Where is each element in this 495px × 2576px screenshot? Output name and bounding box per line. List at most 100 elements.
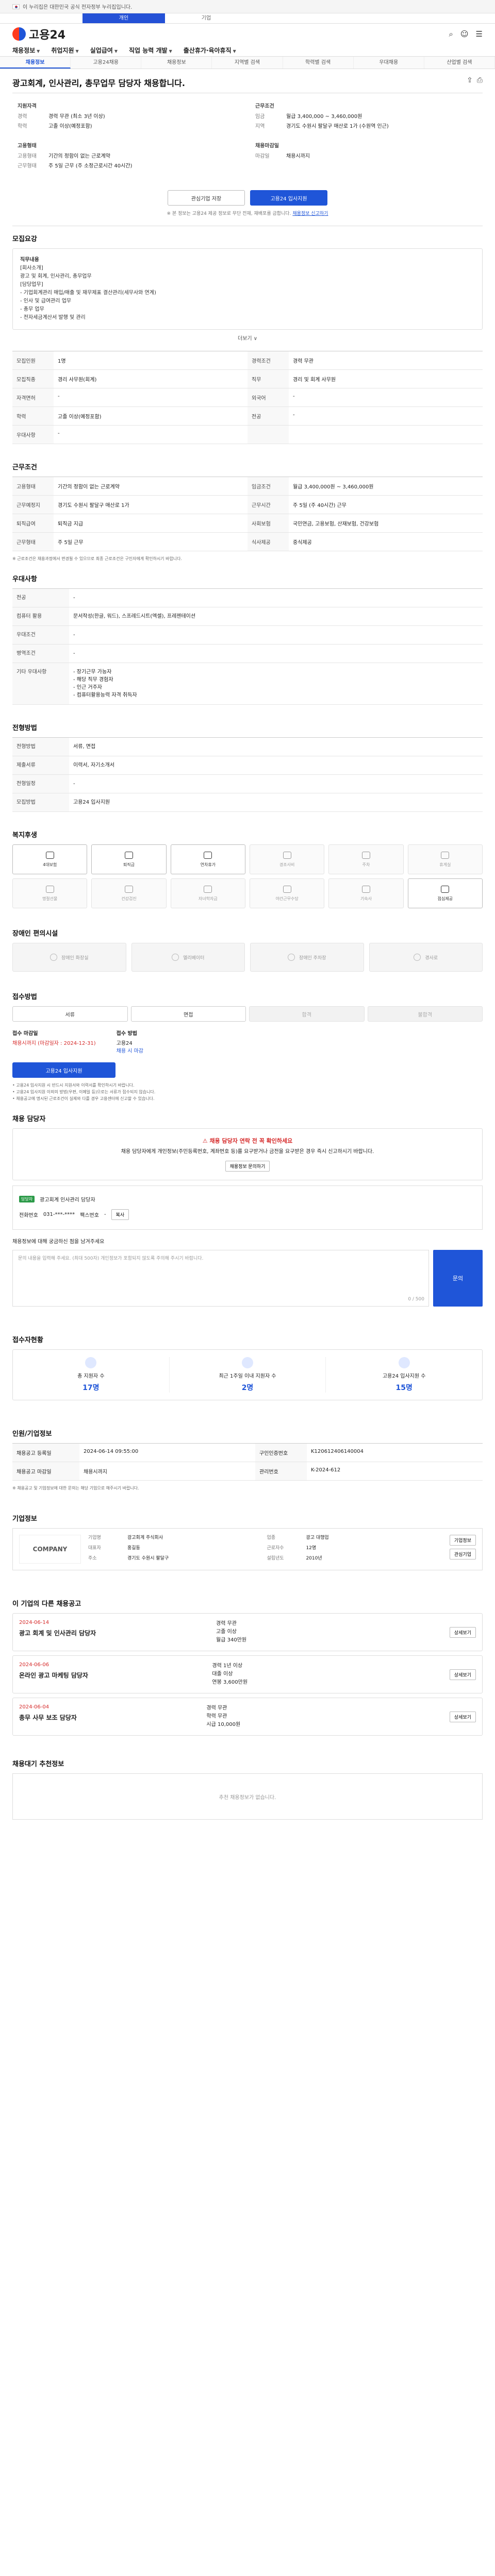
welfare-item: 연차휴가 bbox=[170, 844, 245, 874]
summary-key: 마감일 bbox=[255, 154, 270, 159]
member-tab-personal[interactable]: 개인 bbox=[82, 13, 165, 23]
table-header: 구인인증번호 bbox=[255, 1444, 307, 1462]
section-title-other-jobs: 이 기업의 다른 채용공고 bbox=[12, 1600, 81, 1608]
desc-line: [회사소개] bbox=[20, 265, 43, 271]
table-cell: - bbox=[69, 589, 483, 607]
menu-icon[interactable]: ☰ bbox=[476, 29, 483, 39]
share-icon[interactable]: ⇪ bbox=[467, 76, 473, 84]
summary-heading: 채용마감일 bbox=[255, 143, 279, 149]
table-cell: 기간의 정함이 없는 근로계약 bbox=[54, 477, 248, 496]
table-header: 제출서류 bbox=[12, 756, 69, 775]
facility-item: 장애인 주차장 bbox=[250, 943, 364, 972]
header: 고용24 ⌕ ☺ ☰ bbox=[0, 24, 495, 44]
apply-method: 접수 방법 고용24 채용 시 마감 bbox=[116, 1031, 143, 1054]
table-header: 임금조건 bbox=[248, 477, 289, 496]
main-actions: 관심기업 저장 고용24 입사지원 bbox=[12, 186, 483, 208]
summary-value: 월급 3,400,000 ~ 3,460,000원 bbox=[286, 114, 362, 120]
table-cell: 고용24 입사지원 bbox=[69, 793, 483, 812]
job-list-item[interactable]: 2024-06-04 총무 사무 보조 담당자 경력 무관 학력 무관 시급 10,0… bbox=[12, 1698, 483, 1736]
search-icon[interactable]: ⌕ bbox=[449, 29, 453, 39]
ask-textarea[interactable]: 문의 내용을 입력해 주세요. (최대 500자) 개인정보가 포함되지 않도록… bbox=[12, 1250, 429, 1307]
apply-button-2[interactable]: 고용24 입사지원 bbox=[12, 1062, 116, 1078]
table-header: 병역조건 bbox=[12, 645, 69, 663]
summary-heading: 근무조건 bbox=[255, 104, 274, 109]
copy-button[interactable]: 복사 bbox=[111, 1209, 129, 1220]
chevron-down-icon: ▼ bbox=[114, 49, 118, 54]
sub-tab-region[interactable]: 지역별 검색 bbox=[212, 57, 283, 69]
stat-item: 총 지원자 수 17명 bbox=[13, 1357, 170, 1393]
table-header: 근무시간 bbox=[248, 496, 289, 514]
recruit-table: 모집인원 1명 경력조건 경력 무관 모집직종 경리 사무원(회계) 직무 경리 및 회계 … bbox=[12, 351, 483, 444]
job-list-item[interactable]: 2024-06-14 광고 회계 및 인사관리 담당자 경력 무관 고졸 이상 월급 … bbox=[12, 1613, 483, 1651]
nav-item-support[interactable]: 취업지원 ▼ bbox=[51, 46, 78, 55]
print-icon[interactable]: ⎙ bbox=[477, 76, 483, 84]
job-detail-button[interactable]: 상세보기 bbox=[449, 1669, 476, 1680]
job-detail-button[interactable]: 상세보기 bbox=[449, 1711, 476, 1722]
parking-icon bbox=[361, 851, 370, 859]
header-icons: ⌕ ☺ ☰ bbox=[449, 29, 483, 39]
table-header: 근무예정지 bbox=[12, 496, 54, 514]
apply-button[interactable]: 고용24 입사지원 bbox=[250, 190, 327, 206]
member-tab-company[interactable]: 기업 bbox=[165, 13, 248, 23]
sub-tab-edu[interactable]: 학력별 검색 bbox=[283, 57, 354, 69]
warning-body: 채용 담당자에게 개인정보(주민등록번호, 계좌번호 등)를 요구받거나 금전을… bbox=[121, 1149, 374, 1155]
report-link[interactable]: 채용정보 신고하기 bbox=[292, 211, 328, 216]
stat-item: 최근 1주일 이내 지원자 수 2명 bbox=[170, 1357, 326, 1393]
contact-box: 담당자 광고회계 인사관리 담당자 전화번호 031-***-**** 팩스번호 - 복사 bbox=[12, 1185, 483, 1230]
member-tab-0[interactable] bbox=[0, 13, 82, 23]
night-icon bbox=[283, 885, 291, 893]
sub-tab-recruit[interactable]: 채용정보 bbox=[141, 57, 212, 69]
table-header: 모집직종 bbox=[12, 370, 54, 388]
job-list-item[interactable]: 2024-06-06 온라인 광고 마케팅 담당자 경력 1년 이상 대졸 이상 연봉… bbox=[12, 1655, 483, 1693]
welfare-item: 휴게실 bbox=[407, 844, 483, 874]
table-header: 고용형태 bbox=[12, 477, 54, 496]
sub-tab-industry[interactable]: 산업별 검색 bbox=[424, 57, 495, 69]
table-cell: 경리 사무원(회계) bbox=[54, 370, 248, 388]
insurance-icon bbox=[45, 851, 54, 859]
inquiry-button[interactable]: 채용정보 문의하기 bbox=[225, 1161, 270, 1172]
desc-line: - 기업회계관리 매입/매출 및 재무제표 결산관리(세무사와 연계) bbox=[20, 290, 156, 296]
company-follow-button[interactable]: 관심기업 bbox=[449, 1549, 476, 1560]
char-count: 0 / 500 bbox=[408, 1297, 424, 1302]
warning-box: ⚠ 채용 담당자 연락 전 꼭 확인하세요 채용 담당자에게 개인정보(주민등록… bbox=[12, 1128, 483, 1180]
desc-line: 직무내용 bbox=[20, 257, 39, 263]
ask-submit-button[interactable]: 문의 bbox=[433, 1250, 483, 1307]
job-detail-button[interactable]: 상세보기 bbox=[449, 1626, 476, 1638]
nav-item-leave[interactable]: 출산휴가·육아휴직 ▼ bbox=[184, 46, 236, 55]
apply-notes: • 고용24 입사지원 시 반드시 지원서와 이력서를 확인하시기 바랍니다. •… bbox=[12, 1083, 156, 1101]
sub-tab-work24[interactable]: 고용24채용 bbox=[71, 57, 142, 69]
chevron-down-icon: ▼ bbox=[233, 49, 236, 54]
user-icon[interactable]: ☺ bbox=[460, 29, 469, 39]
job-description-box: 직무내용 [회사소개] 광고 및 회계, 인사관리, 총무업무 [담당업무] -… bbox=[12, 248, 483, 330]
gov-banner-text: 이 누리집은 대한민국 공식 전자정부 누리집입니다. bbox=[23, 5, 133, 10]
site-logo[interactable]: 고용24 bbox=[12, 26, 65, 42]
chevron-down-icon: ▼ bbox=[169, 49, 172, 54]
summary-qualification: 지원자격 경력 경력 무관 (최소 3년 이상) 학력 고졸 이상(예정포함) bbox=[18, 101, 240, 133]
nav-item-training[interactable]: 직업 능력 개발 ▼ bbox=[129, 46, 172, 55]
meal-icon bbox=[441, 885, 450, 893]
sub-tab-jobs[interactable]: 채용정보 bbox=[0, 57, 71, 69]
table-cell: 경리 및 회계 사무원 bbox=[289, 370, 483, 388]
document-icon bbox=[398, 1357, 410, 1368]
desc-line: [담당업무] bbox=[20, 282, 43, 287]
table-cell: 중식제공 bbox=[289, 533, 483, 551]
nav-item-benefit[interactable]: 실업급여 ▼ bbox=[90, 46, 118, 55]
table-cell: - bbox=[54, 426, 248, 444]
step-item: 서류 bbox=[12, 1006, 128, 1022]
table-cell: - bbox=[289, 388, 483, 407]
nav-item-jobs[interactable]: 채용정보 ▼ bbox=[12, 46, 40, 55]
lounge-icon bbox=[441, 851, 450, 859]
welfare-item: 점심제공 bbox=[407, 878, 483, 908]
welfare-item: 퇴직금 bbox=[91, 844, 167, 874]
ask-form: 문의 내용을 입력해 주세요. (최대 500자) 개인정보가 포함되지 않도록… bbox=[12, 1250, 483, 1307]
company-card: COMPANY 기업명 광고회계 주식회사 업종 광고 대행업 대표자 홍길동 근로자수 1… bbox=[12, 1528, 483, 1570]
table-header: 모집방법 bbox=[12, 793, 69, 812]
dorm-icon bbox=[361, 885, 370, 893]
more-button[interactable]: 더보기 ∨ bbox=[12, 330, 483, 346]
summary-conditions: 근무조건 임금 월급 3,400,000 ~ 3,460,000원 지역 경기도 수… bbox=[255, 101, 477, 133]
company-info-button[interactable]: 기업정보 bbox=[449, 1535, 476, 1546]
sub-tab-pref[interactable]: 우대채용 bbox=[354, 57, 424, 69]
save-company-button[interactable]: 관심기업 저장 bbox=[168, 190, 245, 206]
warning-title: ⚠ 채용 담당자 연락 전 꼭 확인하세요 bbox=[202, 1138, 293, 1144]
table-cell: 이력서, 자기소개서 bbox=[69, 756, 483, 775]
